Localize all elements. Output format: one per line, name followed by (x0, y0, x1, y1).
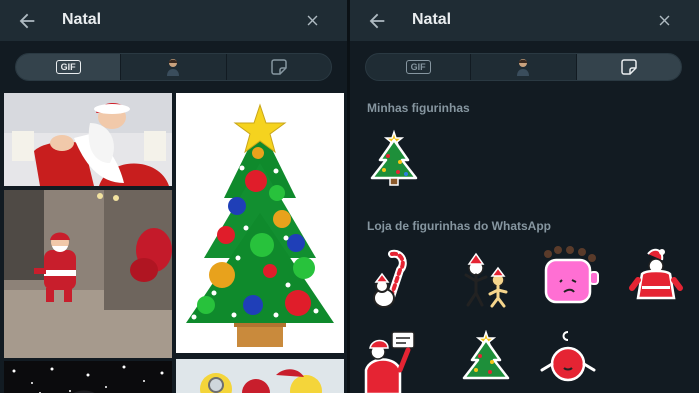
my-stickers-heading: Minhas figurinhas (367, 101, 470, 115)
tab-gif[interactable]: GIF (16, 54, 122, 80)
search-header: Natal (0, 0, 347, 41)
minions-gif-image (176, 359, 344, 393)
sticker-pink-face[interactable] (538, 244, 602, 308)
sticker-tree-store[interactable] (454, 330, 518, 393)
gif-result[interactable] (176, 93, 344, 353)
gif-result[interactable] (4, 361, 172, 393)
santa-gif-image (4, 93, 172, 186)
media-type-tabs: GIF (365, 53, 682, 81)
store-stickers-heading: Loja de figurinhas do WhatsApp (367, 219, 551, 233)
arrow-left-icon[interactable] (16, 10, 38, 32)
tab-avatar[interactable] (471, 54, 577, 80)
snow-gif-image (4, 361, 172, 393)
media-type-tabs: GIF (15, 53, 332, 81)
tab-stickers[interactable] (227, 54, 331, 80)
sticker-icon (271, 59, 287, 75)
tab-stickers[interactable] (576, 54, 681, 80)
search-query[interactable]: Natal (412, 11, 451, 29)
sticker-search-panel: Natal GIF Minhas figurinhas Loja de figu… (350, 0, 699, 393)
tab-avatar[interactable] (121, 54, 227, 80)
close-icon[interactable] (656, 12, 673, 29)
sticker-icon (621, 59, 637, 75)
sticker-christmas-tree[interactable] (362, 126, 426, 190)
gif-result[interactable] (4, 190, 172, 358)
sticker-ornament-person[interactable] (538, 330, 602, 393)
arrow-left-icon[interactable] (366, 10, 388, 32)
sticker-santa-sign[interactable] (362, 330, 426, 393)
sticker-santa-standing[interactable] (626, 244, 690, 308)
gif-icon: GIF (405, 60, 431, 74)
avatar-icon (517, 59, 530, 76)
avatar-icon (167, 59, 180, 76)
sticker-candy-cane-dog[interactable] (362, 248, 426, 312)
close-icon[interactable] (304, 12, 321, 29)
gif-search-panel: Natal GIF (0, 0, 347, 393)
christmas-tree-gif-image (176, 93, 344, 353)
sticker-dancing-elves[interactable] (454, 248, 518, 312)
gif-result[interactable] (4, 93, 172, 186)
dancing-santa-gif-image (4, 190, 172, 358)
gif-result[interactable] (176, 359, 344, 393)
search-header: Natal (350, 0, 699, 41)
tab-gif[interactable]: GIF (366, 54, 472, 80)
search-query[interactable]: Natal (62, 11, 101, 29)
gif-icon: GIF (55, 60, 81, 74)
